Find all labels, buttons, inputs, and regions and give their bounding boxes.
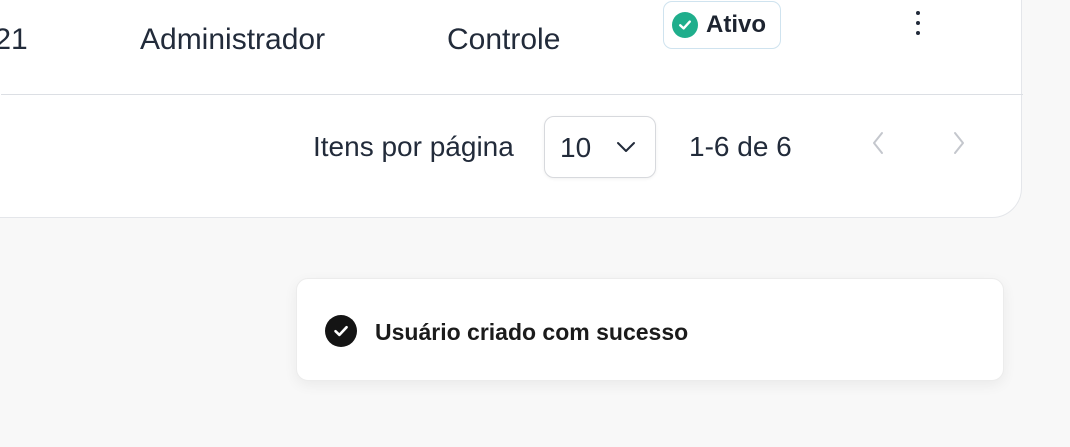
status-badge: Ativo xyxy=(663,1,781,49)
chevron-left-icon xyxy=(870,130,886,161)
pagination-bar: Itens por página 10 1-6 de 6 xyxy=(0,95,1003,199)
users-table-card: 3221 Administrador Controle Ativo Itens … xyxy=(0,0,1023,218)
success-toast: Usuário criado com sucesso xyxy=(296,278,1004,381)
items-per-page-select[interactable]: 10 xyxy=(544,116,656,178)
chevron-right-icon xyxy=(951,130,967,161)
items-per-page-label: Itens por página xyxy=(313,131,514,162)
items-per-page-value: 10 xyxy=(560,132,592,163)
cell-module: Controle xyxy=(447,23,561,56)
cell-id: 3221 xyxy=(0,23,28,56)
check-circle-icon xyxy=(672,12,698,38)
pagination-range: 1-6 de 6 xyxy=(689,131,792,162)
next-page-button[interactable] xyxy=(939,125,979,165)
more-vertical-icon[interactable] xyxy=(903,3,933,43)
toast-message: Usuário criado com sucesso xyxy=(375,319,689,345)
status-label: Ativo xyxy=(706,11,766,38)
table-row[interactable]: 3221 Administrador Controle Ativo xyxy=(0,1,1023,95)
prev-page-button[interactable] xyxy=(858,125,898,165)
check-circle-icon xyxy=(325,315,357,347)
chevron-down-icon xyxy=(615,139,637,160)
cell-role: Administrador xyxy=(140,23,326,56)
